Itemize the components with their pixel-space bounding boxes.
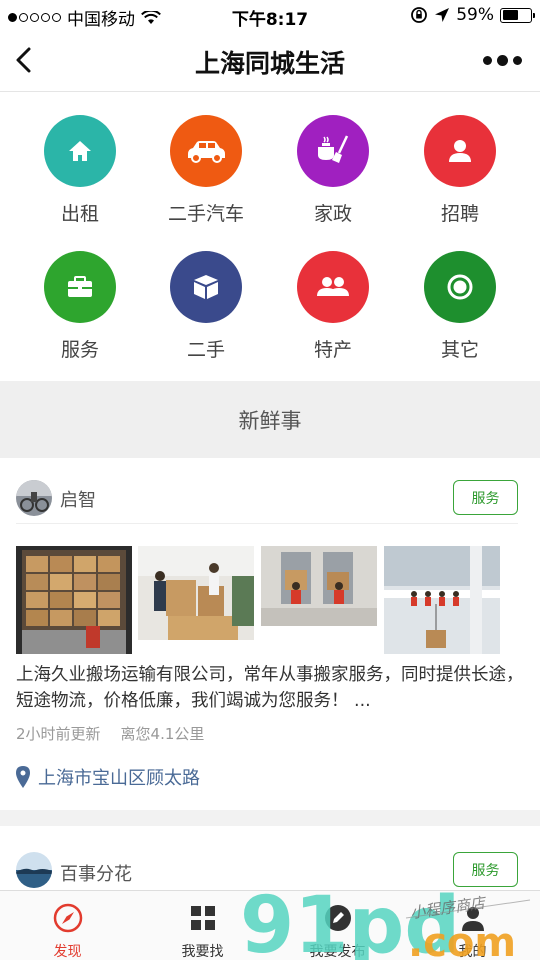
location-arrow-icon — [435, 8, 450, 22]
post-username[interactable]: 百事分花 — [60, 860, 132, 886]
post-distance: 离您4.1公里 — [120, 725, 205, 743]
category-specialty[interactable]: 特产 — [273, 251, 393, 362]
category-label: 其它 — [440, 339, 479, 361]
box-icon — [170, 251, 242, 323]
post-updated: 2小时前更新 — [16, 725, 101, 743]
tab-mine[interactable]: 我的 — [405, 891, 540, 960]
photo-lifting[interactable] — [384, 546, 500, 654]
category-label: 特产 — [313, 339, 352, 361]
category-housekeeping[interactable]: 家政 — [273, 115, 393, 226]
tab-label: 我要找 — [181, 944, 224, 960]
person-icon — [424, 115, 496, 187]
category-label: 招聘 — [440, 203, 479, 225]
toolbox-icon — [44, 251, 116, 323]
post-meta: 2小时前更新 离您4.1公里 — [16, 723, 204, 744]
category-service[interactable]: 服务 — [20, 251, 140, 362]
category-label: 二手汽车 — [167, 203, 244, 225]
battery-percent: 59% — [456, 5, 494, 25]
category-other[interactable]: 其它 — [400, 251, 520, 362]
photo-truck[interactable] — [16, 546, 132, 654]
battery-icon — [500, 7, 535, 23]
location-pin-icon — [16, 766, 30, 788]
nav-bar: 上海同城生活 — [0, 30, 540, 92]
avatar[interactable] — [16, 852, 52, 888]
service-tag-button[interactable]: 服务 — [453, 852, 518, 887]
more-menu-icon[interactable] — [483, 55, 522, 66]
user-icon — [461, 907, 484, 931]
photo-packing[interactable] — [138, 546, 254, 640]
post-card[interactable]: 百事分花 服务 — [0, 826, 540, 890]
category-label: 服务 — [60, 339, 99, 361]
page-title: 上海同城生活 — [194, 49, 345, 78]
rotation-lock-icon — [411, 7, 428, 23]
category-label: 家政 — [313, 203, 352, 225]
avatar[interactable] — [16, 480, 52, 516]
car-icon — [170, 115, 242, 187]
category-recruit[interactable]: 招聘 — [400, 115, 520, 226]
group-icon — [297, 251, 369, 323]
category-label: 二手 — [186, 339, 225, 361]
house-icon — [44, 115, 116, 187]
tab-publish[interactable]: 我要发布 — [270, 891, 405, 960]
tab-label: 发现 — [53, 944, 82, 960]
post-text: 上海久业搬场运输有限公司，常年从事搬家服务，同时提供长途，短途物流，价格低廉，我… — [16, 665, 524, 711]
tab-bar: 发现 我要找 我要发布 我的 — [0, 890, 540, 960]
category-second-hand[interactable]: 二手 — [146, 251, 266, 362]
card-divider — [0, 810, 540, 826]
tab-discover[interactable]: 发现 — [0, 891, 135, 960]
post-username[interactable]: 启智 — [60, 486, 96, 512]
housekeeping-icon — [297, 115, 369, 187]
edit-icon — [324, 905, 351, 931]
tab-label: 我要发布 — [309, 944, 366, 960]
circle-icon — [424, 251, 496, 323]
service-tag-button[interactable]: 服务 — [453, 480, 518, 515]
post-header: 启智 服务 — [16, 480, 518, 524]
section-title: 新鲜事 — [238, 408, 302, 433]
section-header: 新鲜事 — [0, 381, 540, 458]
photo-elevator[interactable] — [261, 546, 377, 626]
post-card[interactable]: 启智 服务 上海久业搬场运输有限公司，常年从事搬家服务，同时提供长途，短途物流，… — [0, 458, 540, 810]
post-photos — [16, 546, 506, 656]
location-text: 上海市宝山区顾太路 — [38, 768, 200, 789]
status-bar: 中国移动 下午8:17 59% — [0, 0, 540, 30]
grid-icon — [190, 906, 215, 930]
compass-icon — [53, 903, 82, 933]
tab-label: 我的 — [458, 944, 487, 960]
status-right: 59% — [410, 5, 535, 25]
tab-search[interactable]: 我要找 — [135, 891, 270, 960]
post-location[interactable]: 上海市宝山区顾太路 — [16, 764, 200, 790]
category-rent[interactable]: 出租 — [20, 115, 140, 226]
category-used-car[interactable]: 二手汽车 — [146, 115, 266, 226]
category-grid: 出租 二手汽车 家政 招聘 服务 二手 特产 其它 — [0, 93, 540, 381]
category-label: 出租 — [60, 203, 99, 225]
